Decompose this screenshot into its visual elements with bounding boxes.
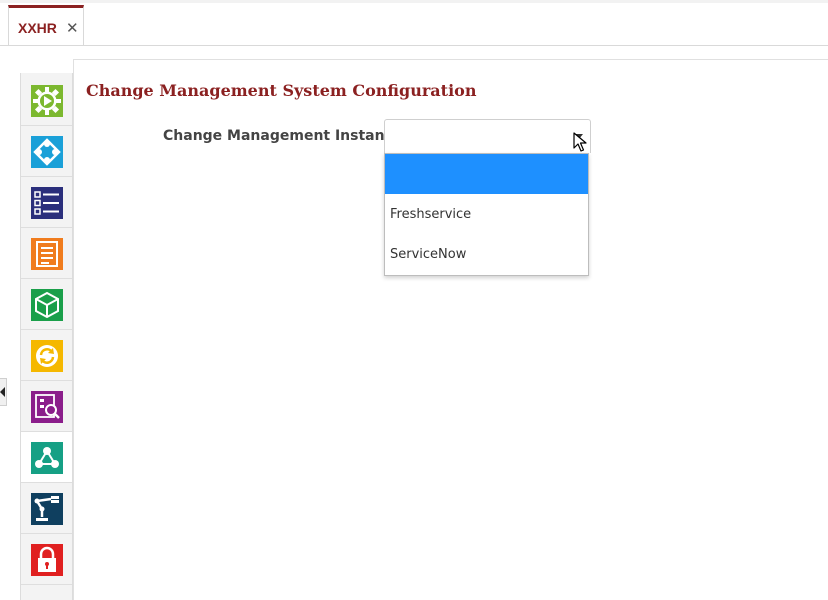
sidebar-item-documents[interactable] [21, 228, 72, 279]
sidebar-item-reports[interactable] [21, 381, 72, 432]
lock-icon [31, 544, 63, 576]
play-gear-icon [31, 85, 63, 117]
checklist-icon [31, 187, 63, 219]
chevron-left-icon [0, 387, 5, 397]
tab-bar: XXHR ✕ [0, 3, 828, 46]
instance-dropdown-list: Freshservice ServiceNow [384, 153, 589, 276]
robot-arm-icon [31, 493, 63, 525]
instance-select[interactable] [384, 119, 591, 153]
document-icon [31, 238, 63, 270]
instance-option-freshservice[interactable]: Freshservice [385, 195, 588, 235]
network-icon [31, 442, 63, 474]
sidebar-item-security[interactable] [21, 534, 72, 585]
sidebar-item-change-management[interactable] [21, 432, 72, 483]
instance-label: Change Management Instance [163, 128, 403, 144]
integration-icon [31, 136, 63, 168]
mouse-cursor-icon [573, 132, 587, 152]
package-icon [31, 289, 63, 321]
refresh-icon [31, 340, 63, 372]
instance-option-empty[interactable] [385, 154, 588, 194]
sidebar-rail [20, 73, 73, 600]
instance-option-servicenow[interactable]: ServiceNow [385, 235, 588, 275]
sidebar-item-integration[interactable] [21, 126, 72, 177]
close-icon[interactable]: ✕ [66, 19, 79, 37]
sidebar-item-robotics[interactable] [21, 483, 72, 534]
sidebar-item-automation[interactable] [21, 75, 72, 126]
sidebar-item-checklist[interactable] [21, 177, 72, 228]
sidebar-item-packages[interactable] [21, 279, 72, 330]
page-title: Change Management System Configuration [86, 81, 477, 100]
tab-xxhr[interactable]: XXHR ✕ [8, 5, 84, 45]
sidebar-item-sync[interactable] [21, 330, 72, 381]
search-report-icon [31, 391, 63, 423]
collapse-handle[interactable] [0, 378, 7, 406]
tab-label: XXHR [18, 20, 57, 36]
